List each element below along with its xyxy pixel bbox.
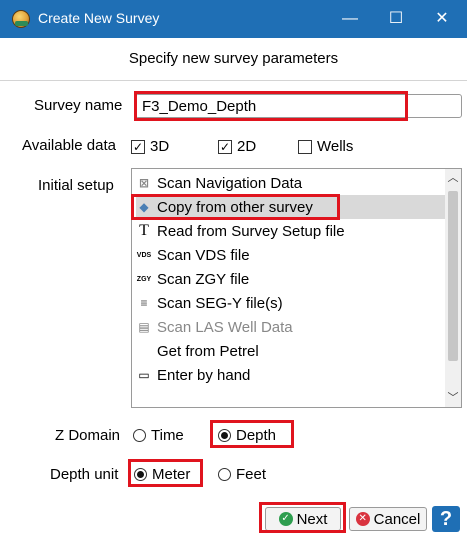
help-button[interactable]: ? [432, 506, 460, 532]
radio-time-dot[interactable] [133, 429, 146, 442]
list-item-label: Enter by hand [157, 366, 251, 384]
list-item-label: Copy from other survey [157, 198, 313, 216]
scroll-up-arrow-icon[interactable]: ︿ [445, 169, 461, 187]
checkbox-2d[interactable]: ✓ 2D [218, 138, 256, 155]
checkbox-3d[interactable]: ✓ 3D [131, 138, 169, 155]
list-item-label: Scan VDS file [157, 246, 250, 264]
scroll-thumb[interactable] [448, 191, 458, 361]
radio-feet-label: Feet [236, 466, 267, 483]
next-button-label: Next [296, 510, 328, 528]
checkbox-3d-box[interactable]: ✓ [131, 139, 145, 154]
list-item-enter-by-hand[interactable]: ▭ Enter by hand [136, 363, 446, 387]
list-item-scan-vds[interactable]: VDS Scan VDS file [136, 243, 446, 267]
segy-icon: ≡ [140, 296, 148, 310]
available-data-label: Available data [22, 137, 116, 154]
survey-name-input[interactable] [135, 94, 462, 118]
next-check-icon: ✓ [278, 512, 293, 526]
minimize-button[interactable]: — [330, 4, 370, 34]
checkbox-wells-box[interactable] [298, 139, 312, 154]
dialog-header: Specify new survey parameters [0, 38, 467, 81]
radio-feet-dot[interactable] [218, 468, 231, 481]
checkbox-wells-label: Wells [317, 138, 354, 155]
z-domain-label: Z Domain [55, 427, 121, 444]
radio-meter-label: Meter [152, 466, 191, 483]
list-item-read-setup-file[interactable]: T Read from Survey Setup file [136, 219, 446, 243]
survey-name-label: Survey name [34, 97, 123, 114]
list-item-get-petrel[interactable]: Get from Petrel [136, 339, 446, 363]
list-item-scan-segy[interactable]: ≡ Scan SEG-Y file(s) [136, 291, 446, 315]
header-text: Specify new survey parameters [128, 50, 339, 67]
radio-meter[interactable]: Meter [134, 466, 190, 483]
cancel-button-label: Cancel [373, 510, 421, 528]
checkbox-3d-label: 3D [150, 138, 170, 155]
radio-meter-dot[interactable] [134, 468, 147, 481]
radio-depth[interactable]: Depth [218, 427, 276, 444]
list-item-label: Scan ZGY file [157, 270, 250, 288]
scroll-down-arrow-icon[interactable]: ﹀ [445, 389, 461, 407]
maximize-button[interactable]: ☐ [376, 4, 416, 34]
close-button[interactable]: ✕ [422, 4, 462, 34]
radio-depth-dot[interactable] [218, 429, 231, 442]
vds-icon: VDS [136, 251, 152, 259]
zgy-icon: ZGY [136, 275, 152, 283]
cancel-button[interactable]: ✕ Cancel [349, 507, 427, 531]
initial-setup-label: Initial setup [38, 177, 114, 194]
list-item-scan-navigation[interactable]: ⊠ Scan Navigation Data [136, 171, 446, 195]
navigation-icon: ⊠ [138, 176, 150, 190]
app-logo-icon [12, 10, 30, 28]
list-item-scan-las: ▤ Scan LAS Well Data [136, 315, 446, 339]
list-item-label: Read from Survey Setup file [157, 222, 345, 240]
copy-survey-icon: ◆ [139, 200, 149, 214]
checkbox-2d-box[interactable]: ✓ [218, 139, 232, 154]
radio-time-label: Time [151, 427, 184, 444]
initial-setup-list[interactable]: ⊠ Scan Navigation Data ◆ Copy from other… [131, 168, 462, 408]
cancel-x-icon: ✕ [355, 512, 370, 526]
list-scrollbar[interactable]: ︿ ﹀ [445, 169, 461, 407]
title-bar: Create New Survey — ☐ ✕ [0, 0, 467, 38]
list-item-label: Scan LAS Well Data [157, 318, 293, 336]
radio-feet[interactable]: Feet [218, 466, 266, 483]
list-item-scan-zgy[interactable]: ZGY Scan ZGY file [136, 267, 446, 291]
next-button[interactable]: ✓ Next [265, 507, 341, 531]
depth-unit-label: Depth unit [50, 466, 119, 483]
las-icon: ▤ [138, 320, 150, 334]
list-item-copy-survey[interactable]: ◆ Copy from other survey [136, 195, 446, 219]
window-title: Create New Survey [38, 10, 160, 26]
radio-depth-label: Depth [236, 427, 277, 444]
checkbox-2d-label: 2D [237, 138, 257, 155]
list-item-label: Scan Navigation Data [157, 174, 303, 192]
list-item-label: Get from Petrel [157, 342, 259, 360]
checkbox-wells[interactable]: Wells [298, 138, 353, 155]
radio-time[interactable]: Time [133, 427, 184, 444]
text-file-icon: T [139, 222, 149, 239]
list-item-label: Scan SEG-Y file(s) [157, 294, 283, 312]
keyboard-icon: ▭ [138, 368, 150, 382]
